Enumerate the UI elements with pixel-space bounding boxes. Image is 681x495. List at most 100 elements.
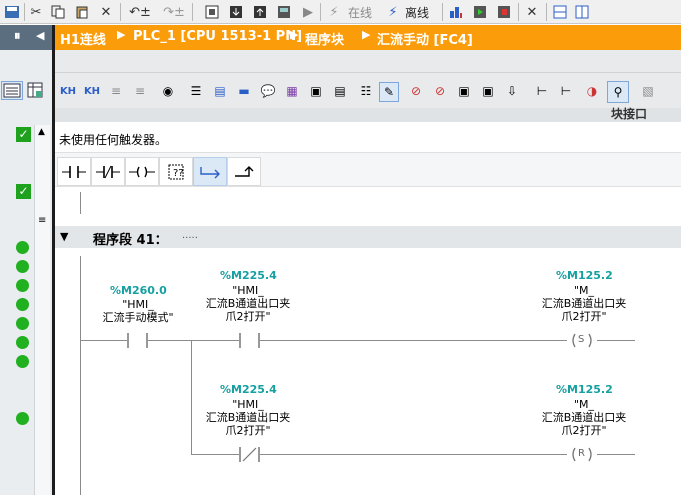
breadcrumb-item-block[interactable]: 汇流手动 [FC4]: [377, 29, 473, 48]
coil-set-name-line2: 汇流B通道出口夹: [541, 297, 627, 310]
block-properties-icon[interactable]: ▧: [639, 82, 657, 100]
network-status-ok-icon: [16, 412, 29, 425]
split-horizontal-icon[interactable]: [552, 3, 568, 21]
cut-icon[interactable]: ✂: [28, 3, 44, 21]
contact-no-hmi-clamp-open[interactable]: [239, 333, 260, 348]
coil-set-name-line3: 爪2打开": [561, 310, 607, 323]
coil-reset-address[interactable]: %M125.2: [556, 384, 613, 395]
power-rail: [80, 256, 81, 495]
contact3-address[interactable]: %M225.4: [220, 384, 277, 395]
chevron-left-icon[interactable]: ◀: [36, 29, 44, 42]
coil-reset-clamp-open[interactable]: R: [567, 447, 597, 462]
close-branch-icon[interactable]: [227, 157, 261, 186]
open-branch-icon[interactable]: [193, 157, 227, 186]
contact1-name-line1: "HMI_: [122, 298, 154, 311]
force-table-icon[interactable]: ▣: [479, 82, 497, 100]
overview-mode-icon[interactable]: ✎: [379, 82, 399, 102]
network-header[interactable]: ▼ 程序段 41： .....: [55, 226, 681, 248]
save-project-icon[interactable]: [3, 3, 21, 21]
go-online-icon[interactable]: ⚡: [326, 3, 342, 21]
network-status-ok-icon: [16, 279, 29, 292]
network-collapse-icon[interactable]: ▼: [60, 230, 68, 243]
insert-row-icon[interactable]: ≡: [107, 82, 125, 100]
toggle-list-icon[interactable]: ☷: [357, 82, 375, 100]
trigger-note: 未使用任何触发器。: [59, 133, 168, 147]
compile-icon[interactable]: [204, 3, 220, 21]
contact1-address[interactable]: %M260.0: [110, 285, 167, 296]
rung-wire: [260, 340, 567, 341]
coil-reset-name-line1: "M_: [573, 398, 595, 411]
call-hierarchy-icon[interactable]: ⊢: [533, 82, 551, 100]
insert-network-icon[interactable]: KH: [59, 82, 77, 100]
nc-contact-icon[interactable]: [91, 157, 125, 186]
coil-set-address[interactable]: %M125.2: [556, 270, 613, 281]
open-all-networks-icon[interactable]: ☰: [187, 82, 205, 100]
download-icon[interactable]: [228, 3, 244, 21]
network-status-ok-icon: [16, 241, 29, 254]
download-block-icon[interactable]: ⇩: [503, 82, 521, 100]
delete-icon[interactable]: ✕: [98, 3, 114, 21]
simulation-icon[interactable]: [276, 3, 292, 21]
watch-table-icon[interactable]: ▣: [455, 82, 473, 100]
coil-set-clamp-open[interactable]: S: [567, 333, 597, 348]
copy-icon[interactable]: [50, 3, 66, 21]
absolute-operand-icon[interactable]: ▣: [307, 82, 325, 100]
next-error-icon[interactable]: ⊘: [431, 82, 449, 100]
network-comment[interactable]: .....: [182, 230, 198, 241]
comment-icon[interactable]: 💬: [259, 82, 277, 100]
split-vertical-icon[interactable]: [574, 3, 590, 21]
network-title[interactable]: 程序段 41：: [93, 229, 168, 248]
vertical-scrollbar[interactable]: ▲ ≡: [34, 125, 50, 495]
monitoring-on-icon[interactable]: ⚲: [607, 81, 629, 103]
undo-icon[interactable]: ↶±: [126, 3, 154, 21]
go-offline-icon[interactable]: ⚡: [385, 3, 401, 21]
paste-icon[interactable]: [74, 3, 90, 21]
go-offline-label[interactable]: 离线: [405, 4, 429, 21]
block-interface-label[interactable]: 块接口: [611, 105, 647, 122]
breadcrumb-item-device[interactable]: PLC_1 [CPU 1513-1 PN]: [133, 29, 302, 44]
contact-no-hmi-manual-mode[interactable]: [127, 333, 148, 348]
go-to-error-icon[interactable]: ⊘: [407, 82, 425, 100]
breadcrumb-left-cap: ⏸ ◀: [0, 25, 52, 50]
program-status-icon[interactable]: ◑: [583, 82, 601, 100]
editor-toolbar-divider: [55, 72, 681, 73]
start-cpu-icon[interactable]: [472, 3, 488, 21]
assignment-list-icon[interactable]: ⊢: [557, 82, 575, 100]
delete-network-icon[interactable]: KH: [83, 82, 101, 100]
main-toolbar: ✂ ✕ ↶± ↷± ▶ ⚡ 在线 ⚡ 离线 ✕: [0, 0, 681, 24]
start-simulation-icon[interactable]: ▶: [300, 3, 316, 21]
svg-text:??: ??: [173, 168, 184, 179]
breadcrumb-item-project[interactable]: H1连线: [60, 29, 106, 48]
panel-toggle-icon[interactable]: ⏸: [14, 29, 21, 44]
add-row-icon[interactable]: ≡: [131, 82, 149, 100]
no-contact-icon[interactable]: [57, 157, 91, 186]
status-ok-check-icon: ✓: [16, 127, 31, 142]
favorites-icon[interactable]: ▦: [283, 82, 301, 100]
scroll-grip-icon[interactable]: ≡: [38, 215, 46, 226]
empty-box-icon[interactable]: ??: [159, 157, 193, 186]
close-all-networks-icon[interactable]: ▤: [211, 82, 229, 100]
view-toggle-icon[interactable]: [1, 81, 23, 100]
contact2-address[interactable]: %M225.4: [220, 270, 277, 281]
coil-reset-name-line3: 爪2打开": [561, 424, 607, 437]
redo-icon[interactable]: ↷±: [160, 3, 188, 21]
breadcrumb-arrow-icon: ▶: [362, 28, 371, 41]
network-comments-icon[interactable]: ▬: [235, 82, 253, 100]
contact1-name-line2: 汇流手动模式": [102, 311, 174, 324]
symbol-info-icon[interactable]: ▤: [331, 82, 349, 100]
cross-reference-icon[interactable]: ✕: [524, 3, 540, 21]
status-ok-check-icon: ✓: [16, 184, 31, 199]
stop-cpu-icon[interactable]: [496, 3, 512, 21]
breadcrumb-item-blocks[interactable]: 程序块: [305, 29, 344, 48]
block-interface-bar[interactable]: 块接口: [55, 105, 681, 122]
contact3-name-line3: 爪2打开": [225, 424, 271, 437]
table-view-icon[interactable]: [27, 82, 45, 100]
monitor-block-icon[interactable]: ◉: [159, 82, 177, 100]
scroll-up-icon[interactable]: ▲: [38, 127, 45, 137]
accessible-devices-icon[interactable]: [448, 3, 464, 21]
contact-nc-hmi-clamp-open[interactable]: [239, 447, 260, 462]
upload-icon[interactable]: [252, 3, 268, 21]
go-online-label[interactable]: 在线: [348, 4, 372, 21]
coil-set-name-line1: "M_: [573, 284, 595, 297]
output-coil-icon[interactable]: [125, 157, 159, 186]
